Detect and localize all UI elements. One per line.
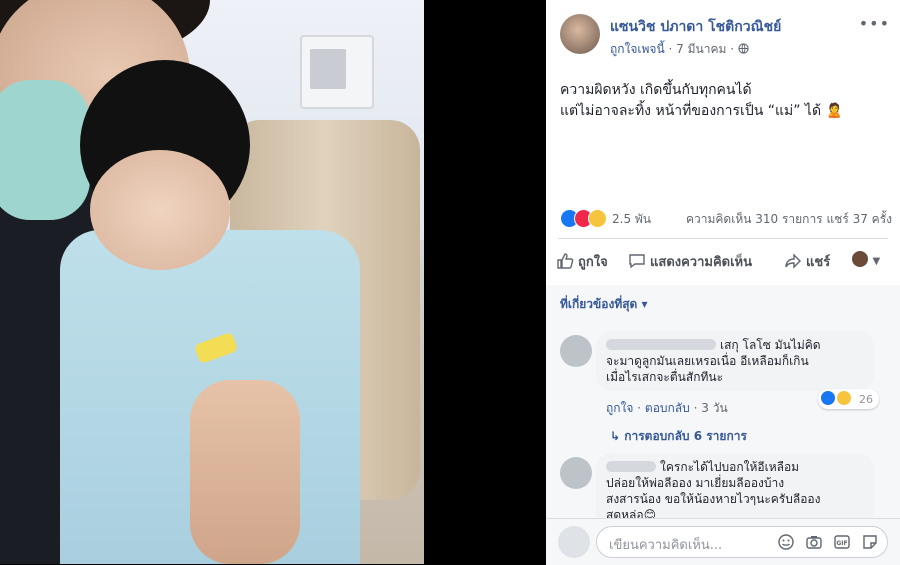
blurred-name [606,461,656,472]
comment-line: เมื่อไรเสกจะตื่นสักทีนะ [606,370,724,384]
sad-icon [588,209,607,228]
gif-icon[interactable]: GIF [833,533,851,551]
camera-icon[interactable] [805,533,823,551]
comments-shares-count[interactable]: ความคิดเห็น 310 รายการ แชร์ 37 ครั้ง [686,210,892,229]
comment-placeholder: เขียนความคิดเห็น... [609,538,723,553]
post-line: ความผิดหวัง เกิดขึ้นกับทุกคนได้ [560,82,752,98]
globe-icon [738,43,749,54]
action-bar: ถูกใจ แสดงความคิดเห็น แชร์ ▼ [556,248,886,274]
comment-reactions[interactable]: 26 [818,389,879,409]
comment-line: สงสารน้อง ขอให้น้องหายไวๆนะครับลีออง [606,492,821,506]
meta-dot: · [730,42,735,56]
post-line: แต่ไม่อาจละทิ้ง หน้าที่ของการเป็น “แม่” … [560,103,843,119]
comment-label: แสดงความคิดเห็น [650,255,753,270]
author-avatar[interactable] [560,14,600,54]
emoji-icon[interactable] [777,533,795,551]
post-date[interactable]: 7 มีนาคม [676,42,726,56]
sad-icon [835,390,852,406]
comment-line: เสกุ โลโซ มันไม่คิด [720,338,821,352]
reaction-count[interactable]: 2.5 พัน [612,210,651,229]
comment-button[interactable]: แสดงความคิดเห็น [628,251,752,272]
comment-like-link[interactable]: ถูกใจ [606,401,633,415]
thumbs-up-icon [557,253,574,269]
post-text: ความผิดหวัง เกิดขึ้นกับทุกคนได้ แต่ไม่อา… [560,80,890,122]
photo-microwave [300,35,374,109]
post-header: แซนวิช ปภาดา โชติกวณิชย์ ถูกใจเพจนี้ · 7… [560,14,890,60]
blurred-name [606,339,716,350]
comment-icon [629,254,645,269]
comment-reaction-count: 26 [859,393,873,406]
svg-text:GIF: GIF [836,540,847,547]
like-label: ถูกใจ [578,255,608,270]
more-icon[interactable]: ••• [859,14,890,33]
share-button[interactable]: แชร์ [784,251,830,272]
post-stats: 2.5 พัน ความคิดเห็น 310 รายการ แชร์ 37 ค… [560,208,892,228]
comment-sep: · [693,401,698,415]
photo-face-mask [0,80,90,220]
commenter-avatar[interactable] [560,457,592,489]
share-label: แชร์ [806,255,831,270]
comment-reply-link[interactable]: ตอบกลับ [645,401,690,415]
comment-line: จะมาดูลูกมันเลยเหรอเนื่อ อีเหลือมก็เกิน [606,354,809,368]
chevron-down-icon: ▼ [872,256,881,267]
sticker-icon[interactable] [861,533,879,551]
comment-composer: เขียนความคิดเห็น... GIF [546,518,900,565]
author-name[interactable]: แซนวิช ปภาดา โชติกวณิชย์ [610,16,781,38]
comment-actions: ถูกใจ · ตอบกลับ · 3 วัน [606,399,728,418]
composer-tools: GIF [771,533,879,555]
view-replies-link[interactable]: ↳ การตอบกลับ 6 รายการ [610,427,747,446]
photo-arm [190,380,300,564]
comment-sep: · [637,401,642,415]
reaction-selector[interactable]: ▼ [852,251,880,268]
comment-time[interactable]: 3 วัน [701,401,727,415]
comment-sort[interactable]: ที่เกี่ยวข้องที่สุด ▾ [560,295,648,314]
comment-line: ใครกะได้ไปบอกให้อีเหลือม [660,460,800,474]
post-panel: แซนวิช ปภาดา โชติกวณิชย์ ถูกใจเพจนี้ · 7… [546,0,900,565]
post-meta: ถูกใจเพจนี้ · 7 มีนาคม · [610,40,749,59]
comment-input[interactable]: เขียนความคิดเห็น... GIF [596,526,888,558]
profile-avatar-small [852,251,868,267]
comment-line: ปล่อยให้พ่อลีออง มาเยี่ยมลีอองบ้าง [606,476,785,490]
like-button[interactable]: ถูกใจ [556,251,608,272]
photo-child-face [90,150,230,270]
share-icon [785,253,801,269]
divider [558,238,888,239]
post-photo[interactable] [0,0,546,564]
comment-bubble: เสกุ โลโซ มันไม่คิด จะมาดูลูกมันเลยเหรอเ… [596,331,874,391]
photo-image [0,0,424,564]
meta-separator: · [668,42,673,56]
feeling-label[interactable]: ถูกใจเพจนี้ [610,42,665,56]
commenter-avatar[interactable] [560,335,592,367]
like-icon [820,390,836,406]
current-user-avatar [558,526,590,558]
